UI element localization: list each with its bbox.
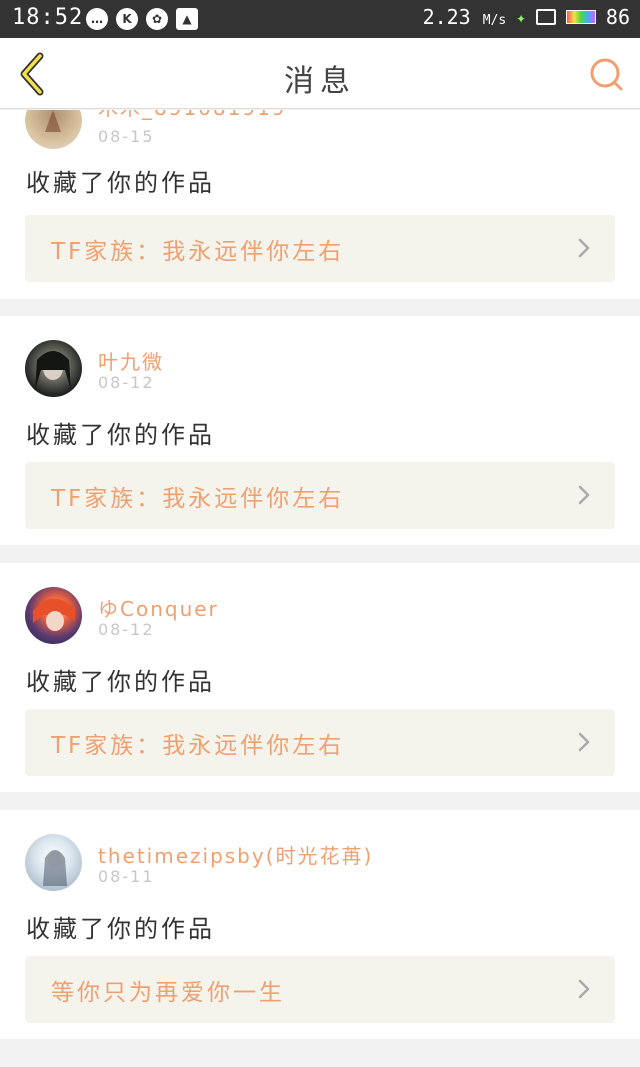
rotate-screen-icon [535,9,556,25]
message-card: thetimezipsby(时光花苒) 08-11 收藏了你的作品 等你只为再爱… [0,810,640,1039]
message-date: 08-15 [98,127,155,146]
battery-level: 86 [605,5,630,29]
work-title: TF家族：我永远伴你左右 [51,239,345,265]
search-icon[interactable] [588,56,624,92]
status-time: 18:52 [12,5,84,30]
message-list[interactable]: 木木_891081919 08-15 收藏了你的作品 TF家族：我永远伴你左右 … [0,110,640,1067]
message-date: 08-12 [98,620,155,639]
action-text: 收藏了你的作品 [26,915,215,943]
action-text: 收藏了你的作品 [26,668,215,696]
app-header: 消息 [0,38,640,109]
work-title: 等你只为再爱你一生 [51,980,285,1006]
user-name[interactable]: 木木_891081919 [98,110,287,121]
work-link[interactable]: TF家族：我永远伴你左右 [25,462,615,529]
chevron-right-icon [578,485,590,505]
message-date: 08-12 [98,373,155,392]
work-link[interactable]: 等你只为再爱你一生 [25,956,615,1023]
status-bar: 18:52 … K ✿ ▲ 2.23 M/s ✦ 86 [0,0,640,38]
work-title: TF家族：我永远伴你左右 [51,733,345,759]
avatar[interactable] [25,340,82,397]
k-app-icon: K [116,8,138,30]
message-card: 木木_891081919 08-15 收藏了你的作品 TF家族：我永远伴你左右 [0,110,640,299]
gallery-icon: ▲ [176,8,198,30]
avatar[interactable] [25,110,82,149]
aperture-icon: ✿ [146,8,168,30]
sparkle-icon: ✦ [516,7,526,27]
chat-bubble-icon: … [86,8,108,30]
chevron-right-icon [578,979,590,999]
message-card: 叶九微 08-12 收藏了你的作品 TF家族：我永远伴你左右 [0,316,640,545]
work-link[interactable]: TF家族：我永远伴你左右 [25,215,615,282]
chevron-right-icon [578,732,590,752]
action-text: 收藏了你的作品 [26,169,215,197]
user-name[interactable]: 叶九微 [98,346,164,375]
message-date: 08-11 [98,867,155,886]
net-speed: 2.23 M/s [422,5,507,29]
message-card: ゆConquer 08-12 收藏了你的作品 TF家族：我永远伴你左右 [0,563,640,792]
work-title: TF家族：我永远伴你左右 [51,486,345,512]
chevron-right-icon [578,238,590,258]
page-title: 消息 [284,64,356,99]
work-link[interactable]: TF家族：我永远伴你左右 [25,709,615,776]
battery-icon [565,10,596,24]
avatar[interactable] [25,834,82,891]
user-name[interactable]: ゆConquer [98,593,219,622]
action-text: 收藏了你的作品 [26,421,215,449]
user-name[interactable]: thetimezipsby(时光花苒) [98,840,373,869]
notification-icons: … K ✿ ▲ [86,8,198,30]
avatar[interactable] [25,587,82,644]
